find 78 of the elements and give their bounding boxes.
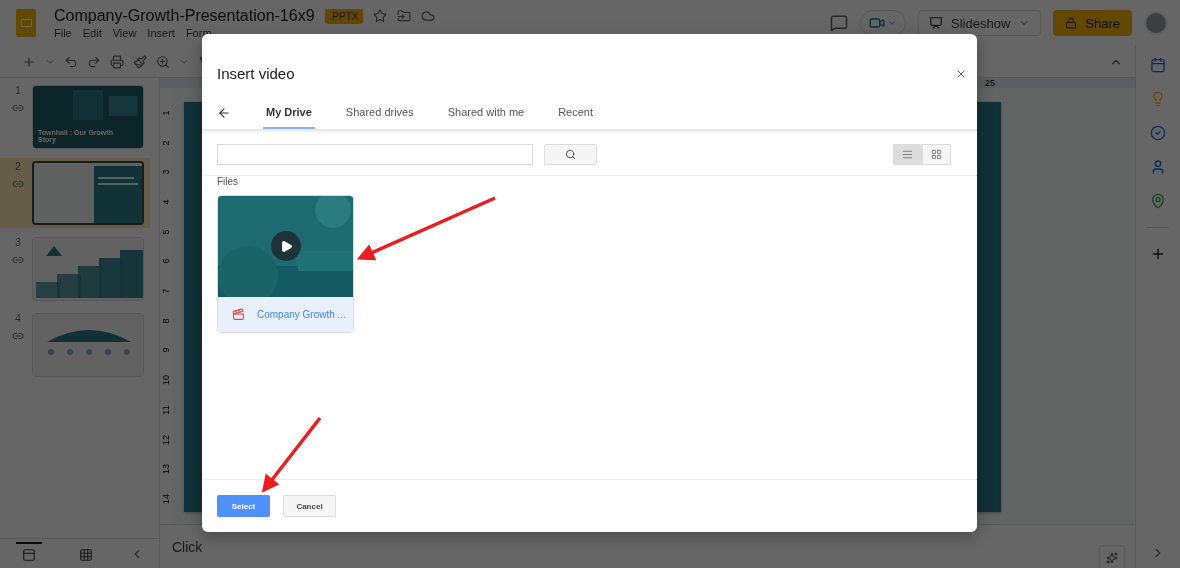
print-icon[interactable] bbox=[110, 54, 124, 69]
search-button[interactable] bbox=[544, 144, 597, 165]
lock-icon bbox=[1065, 17, 1078, 29]
grid-icon bbox=[78, 547, 93, 562]
link-icon bbox=[12, 254, 24, 266]
paint-format-icon[interactable] bbox=[133, 54, 147, 69]
zoom-icon[interactable] bbox=[156, 54, 170, 69]
dialog-title: Insert video bbox=[217, 65, 295, 82]
plus-icon[interactable] bbox=[1150, 246, 1166, 262]
presentation-icon bbox=[929, 16, 944, 30]
tab[interactable]: My Drive bbox=[263, 96, 315, 129]
cloud-icon[interactable] bbox=[421, 9, 436, 23]
grid-view-button[interactable] bbox=[922, 144, 951, 165]
ruler-number: 6 bbox=[161, 258, 171, 264]
menu-item[interactable]: Edit bbox=[82, 27, 102, 39]
link-icon bbox=[12, 178, 24, 190]
slide-number: 3 bbox=[15, 237, 21, 248]
star-icon[interactable] bbox=[373, 9, 388, 23]
share-button[interactable]: Share bbox=[1053, 10, 1132, 36]
video-file-icon bbox=[232, 308, 245, 321]
ruler-number: 2 bbox=[161, 140, 171, 146]
search-field[interactable] bbox=[217, 144, 533, 165]
link-icon bbox=[12, 102, 24, 114]
grid-icon bbox=[931, 149, 942, 160]
menu-item[interactable]: Insert bbox=[147, 27, 175, 39]
explore-button[interactable] bbox=[1099, 545, 1125, 568]
menu-item[interactable]: View bbox=[112, 27, 137, 39]
video-camera-icon bbox=[869, 15, 886, 31]
redo-icon[interactable] bbox=[87, 54, 101, 69]
section-heading: Files bbox=[217, 176, 240, 187]
menu-item[interactable]: File bbox=[54, 27, 72, 39]
ruler-number: 3 bbox=[161, 169, 171, 175]
slideshow-button[interactable]: Slideshow bbox=[918, 10, 1042, 36]
back-arrow-icon bbox=[217, 105, 231, 120]
list-icon bbox=[902, 149, 913, 160]
ruler-number: 13 bbox=[161, 464, 171, 475]
ruler-number: 4 bbox=[161, 199, 171, 205]
ruler-number: 14 bbox=[161, 494, 171, 504]
list-view-button[interactable] bbox=[893, 144, 922, 165]
comment-icon[interactable] bbox=[830, 14, 849, 32]
ruler-number: 1 bbox=[161, 110, 171, 116]
file-type-label: .PPTX bbox=[324, 8, 364, 24]
caret-icon bbox=[887, 18, 898, 28]
ruler-number: 10 bbox=[161, 375, 171, 386]
tab[interactable]: Shared with me bbox=[444, 96, 528, 129]
ruler-number: 7 bbox=[161, 288, 171, 294]
slide-row[interactable]: 2 bbox=[0, 158, 150, 228]
avatar[interactable] bbox=[1144, 11, 1168, 35]
slide-number: 2 bbox=[15, 161, 21, 172]
cancel-button[interactable]: Cancel bbox=[283, 495, 336, 517]
check-circle-icon[interactable] bbox=[1150, 125, 1166, 141]
tab[interactable]: Recent bbox=[555, 96, 597, 129]
ruler-number: 11 bbox=[161, 405, 171, 415]
link-icon bbox=[12, 330, 24, 342]
sparkle-icon bbox=[1106, 551, 1118, 565]
slide-number: 1 bbox=[15, 85, 21, 96]
ruler-number: 12 bbox=[161, 434, 171, 445]
tab[interactable]: Shared drives bbox=[342, 96, 417, 129]
folder-icon[interactable] bbox=[397, 9, 412, 23]
document-title[interactable]: Company-Growth-Presentation-16x9 bbox=[54, 7, 315, 25]
ruler-number: 25 bbox=[985, 78, 995, 88]
plus-icon[interactable] bbox=[22, 54, 36, 69]
search-icon bbox=[565, 149, 576, 160]
map-pin-icon[interactable] bbox=[1150, 193, 1166, 209]
ruler-number: 9 bbox=[161, 347, 171, 353]
calendar-icon[interactable] bbox=[1150, 57, 1166, 73]
ruler-number: 5 bbox=[161, 229, 171, 235]
slide-number: 4 bbox=[15, 313, 21, 324]
undo-icon[interactable] bbox=[64, 54, 78, 69]
ruler-number: 8 bbox=[161, 318, 171, 324]
file-card[interactable]: Company Growth ... bbox=[217, 195, 354, 333]
slides-logo[interactable] bbox=[16, 9, 36, 37]
filmstrip-icon bbox=[21, 547, 36, 562]
meet-button[interactable] bbox=[860, 10, 907, 36]
person-icon[interactable] bbox=[1150, 159, 1166, 175]
speaker-notes[interactable]: Click bbox=[172, 539, 203, 568]
select-button[interactable]: Select bbox=[217, 495, 270, 517]
lightbulb-icon[interactable] bbox=[1150, 91, 1166, 107]
